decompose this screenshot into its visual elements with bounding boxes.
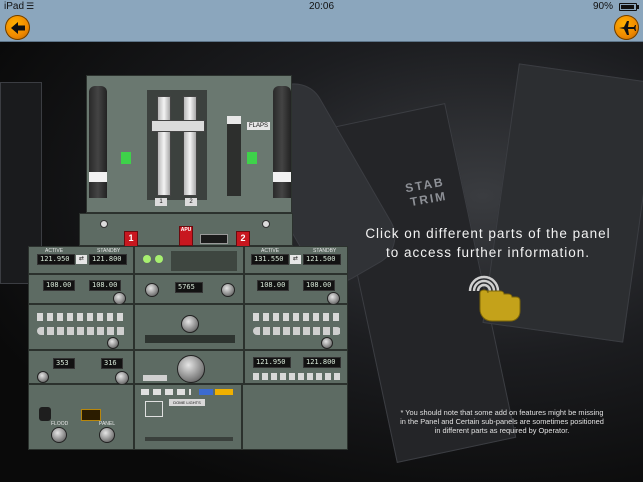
green-led-1 xyxy=(143,255,151,263)
cargo-fire-arm-light xyxy=(199,389,213,395)
vhf-comm-right[interactable]: ACTIVE STANDBY 131.550 121.500 ⇄ xyxy=(244,246,348,274)
vhf-right-transfer-button[interactable]: ⇄ xyxy=(290,255,301,264)
footnote-line-3: in different parts as required by Operat… xyxy=(434,426,570,435)
cargo-fire-disch-light xyxy=(215,389,233,395)
weather-radar-panel[interactable] xyxy=(134,350,244,384)
cargo-test-box[interactable] xyxy=(145,401,163,417)
nav-radio-left[interactable]: 108.00 108.00 xyxy=(28,274,134,305)
flood-label: FLOOD xyxy=(51,421,69,427)
floor-vent xyxy=(145,437,233,441)
arrow-left-icon xyxy=(10,21,25,34)
adf-left-freq: 353 xyxy=(53,358,75,369)
green-led-2 xyxy=(155,255,163,263)
adf-right-freq: 316 xyxy=(101,358,123,369)
stab-trim-cutout-left: 1 xyxy=(155,198,167,206)
status-bar: iPad ☰ 20:06 90% xyxy=(0,0,643,14)
aircraft-menu-button[interactable] xyxy=(614,15,639,40)
rudder-trim-knob[interactable] xyxy=(181,315,199,333)
battery-icon xyxy=(619,3,639,11)
tap-hand-icon xyxy=(462,269,524,327)
cargo-fire-panel[interactable]: DOME LIGHTS xyxy=(134,384,242,450)
nav-left-standby-freq: 108.00 xyxy=(89,280,121,291)
flaps-label: FLAPS xyxy=(247,122,271,130)
audio-left-knobs[interactable] xyxy=(37,327,127,335)
nav-right-active-freq: 108.00 xyxy=(257,280,289,291)
fire-test-button[interactable] xyxy=(100,220,108,228)
engine-2-fire-handle[interactable]: 2 xyxy=(236,231,250,247)
audio-left-buttons-row1[interactable] xyxy=(37,313,127,321)
aileron-trim-switch[interactable] xyxy=(145,335,235,343)
vhf-right-active-freq: 131.550 xyxy=(251,254,289,265)
stab-trim-cutout-right: 2 xyxy=(185,198,197,206)
dome-lights-label: DOME LIGHTS xyxy=(169,399,205,406)
fire-protection-panel[interactable]: 1 APU 2 xyxy=(79,213,293,247)
transponder-panel[interactable]: 5765 xyxy=(134,274,244,304)
nav-radio-right[interactable]: 108.00 108.00 xyxy=(244,274,348,305)
vhf-comm-3[interactable]: 121.950 121.800 xyxy=(244,350,348,384)
vhf-3-button-row[interactable] xyxy=(253,373,341,380)
nav-bar xyxy=(0,14,643,42)
fire-warning-light xyxy=(200,234,228,244)
cargo-fire-switches[interactable] xyxy=(141,389,191,395)
vhf-left-transfer-button[interactable]: ⇄ xyxy=(76,255,87,264)
vhf-3-active-freq: 121.950 xyxy=(253,357,291,368)
green-indicator-right xyxy=(247,152,257,164)
back-button[interactable] xyxy=(5,15,30,40)
control-display-center[interactable] xyxy=(134,246,244,274)
audio-right-volume-knob[interactable] xyxy=(321,337,333,349)
radar-mode-buttons[interactable] xyxy=(143,375,167,381)
vhf-right-standby-freq: 121.500 xyxy=(303,254,341,265)
lighting-display xyxy=(81,409,101,421)
instruction-text: Click on different parts of the panel to… xyxy=(352,224,624,262)
audio-control-right[interactable] xyxy=(244,304,348,350)
vhf-3-standby-freq: 121.800 xyxy=(303,357,341,368)
audio-right-knobs[interactable] xyxy=(253,327,341,335)
flaps-lever[interactable] xyxy=(227,116,241,196)
clock: 20:06 xyxy=(308,1,335,12)
thrust-lever-track xyxy=(147,90,207,200)
footnote-line-1: * You should note that some add on featu… xyxy=(400,408,604,417)
vhf-left-active-freq: 121.950 xyxy=(37,254,75,265)
adf-panel[interactable]: 353 316 xyxy=(28,350,134,385)
transponder-code-knob[interactable] xyxy=(221,283,235,297)
audio-right-buttons-row1[interactable] xyxy=(253,313,341,321)
lighting-panel[interactable]: FLOOD PANEL xyxy=(28,384,134,450)
blank-panel[interactable] xyxy=(242,384,348,450)
battery-percent: 90% xyxy=(592,1,613,12)
autopilot-trim-panel[interactable] xyxy=(134,304,244,350)
throttle-quadrant[interactable]: FLAPS 1 2 xyxy=(86,75,292,213)
panel-knob[interactable] xyxy=(99,427,115,443)
radar-tilt-knob[interactable] xyxy=(177,355,205,383)
dome-switch[interactable] xyxy=(39,407,51,421)
instruction-line-1: Click on different parts of the panel xyxy=(365,226,611,241)
instruction-line-2: to access further information. xyxy=(385,245,591,260)
thrust-lever-handle[interactable] xyxy=(151,120,205,132)
fire-bell-cutout[interactable] xyxy=(262,220,270,228)
adf-right-knob[interactable] xyxy=(115,371,129,385)
airplane-icon xyxy=(618,20,636,35)
right-lever-cap xyxy=(273,172,291,182)
vhf-left-standby-freq: 121.800 xyxy=(89,254,127,265)
speedbrake-cap xyxy=(89,172,107,182)
thrust-lever-1[interactable] xyxy=(157,96,171,196)
nav-left-active-freq: 108.00 xyxy=(43,280,75,291)
audio-control-left[interactable] xyxy=(28,304,134,350)
apu-fire-handle[interactable]: APU xyxy=(179,226,193,246)
vhf-comm-left[interactable]: ACTIVE STANDBY 121.950 121.800 ⇄ xyxy=(28,246,134,274)
flood-knob[interactable] xyxy=(51,427,67,443)
flaps-lever-top xyxy=(227,116,241,124)
thrust-lever-2[interactable] xyxy=(183,96,197,196)
transponder-code: 5765 xyxy=(175,282,203,293)
engine-1-fire-handle[interactable]: 1 xyxy=(124,231,138,247)
green-indicator-left xyxy=(121,152,131,164)
transponder-mode-knob[interactable] xyxy=(145,283,159,297)
footnote-line-2: in the Panel and Certain sub-panels are … xyxy=(400,417,604,426)
panel-label: PANEL xyxy=(99,421,116,427)
center-switch-bank[interactable] xyxy=(171,251,237,271)
footnote: * You should note that some add on featu… xyxy=(372,408,632,435)
audio-left-volume-knob[interactable] xyxy=(107,337,119,349)
adf-left-knob[interactable] xyxy=(37,371,49,383)
nav-right-standby-freq: 108.00 xyxy=(303,280,335,291)
